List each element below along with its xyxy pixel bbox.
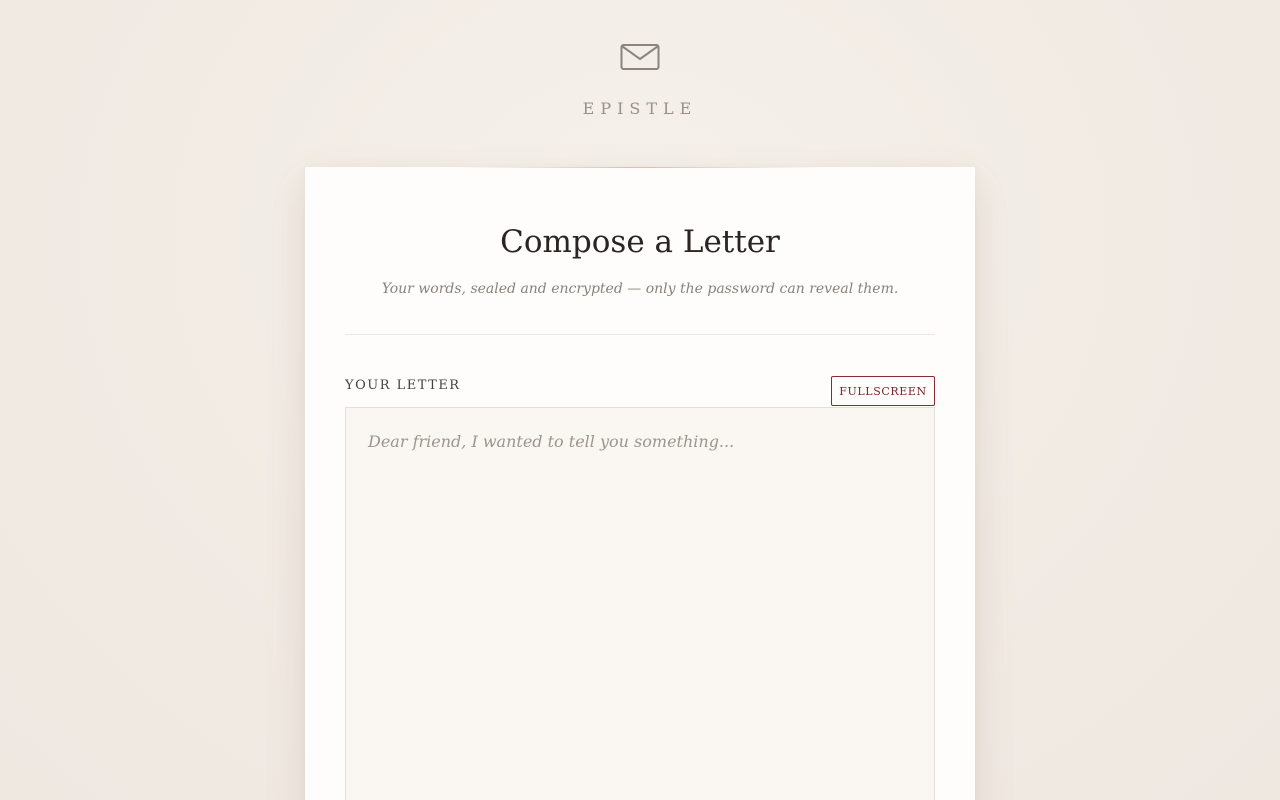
card-top-accent [455,167,825,168]
brand-header: EPISTLE [0,0,1280,140]
page-title: Compose a Letter [500,224,780,260]
divider [345,334,935,335]
compose-card: Compose a Letter Your words, sealed and … [305,167,975,800]
page-subtitle: Your words, sealed and encrypted — only … [381,281,899,297]
fullscreen-button[interactable]: FULLSCREEN [831,376,935,406]
brand-name: EPISTLE [582,99,698,118]
letter-textarea[interactable] [345,407,935,800]
letter-label: YOUR LETTER [345,378,461,393]
envelope-icon [620,44,660,70]
